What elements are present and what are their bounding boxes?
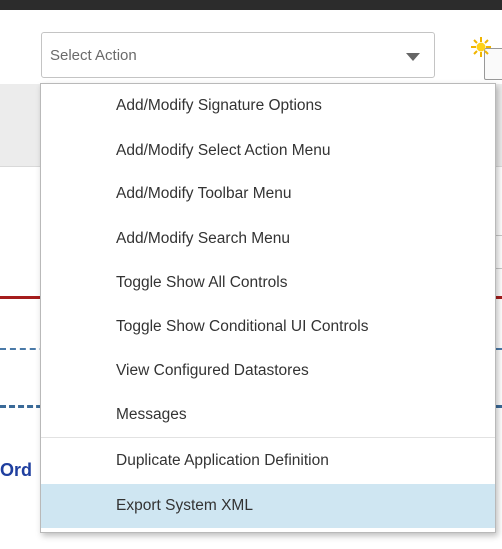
select-action-placeholder: Select Action: [50, 47, 137, 64]
chevron-down-icon: [406, 53, 420, 61]
menu-item-duplicate-application-definition[interactable]: Duplicate Application Definition: [41, 443, 495, 479]
top-bar: [0, 0, 502, 10]
menu-item-add-modify-search-menu[interactable]: Add/Modify Search Menu: [41, 221, 495, 257]
select-action-menu: Add/Modify Signature Options Add/Modify …: [40, 83, 496, 533]
background-link[interactable]: Ord: [0, 460, 32, 481]
menu-item-view-configured-datastores[interactable]: View Configured Datastores: [41, 353, 495, 389]
menu-separator: [41, 437, 495, 438]
menu-item-export-system-xml[interactable]: Export System XML: [41, 484, 495, 528]
sun-icon: [471, 37, 491, 57]
menu-item-add-modify-signature-options[interactable]: Add/Modify Signature Options: [41, 88, 495, 124]
menu-item-toggle-show-conditional-ui-controls[interactable]: Toggle Show Conditional UI Controls: [41, 309, 495, 345]
menu-item-messages[interactable]: Messages: [41, 397, 495, 433]
menu-item-add-modify-select-action-menu[interactable]: Add/Modify Select Action Menu: [41, 133, 495, 169]
menu-item-add-modify-toolbar-menu[interactable]: Add/Modify Toolbar Menu: [41, 176, 495, 212]
menu-item-toggle-show-all-controls[interactable]: Toggle Show All Controls: [41, 265, 495, 301]
select-action-dropdown[interactable]: Select Action: [41, 32, 435, 78]
